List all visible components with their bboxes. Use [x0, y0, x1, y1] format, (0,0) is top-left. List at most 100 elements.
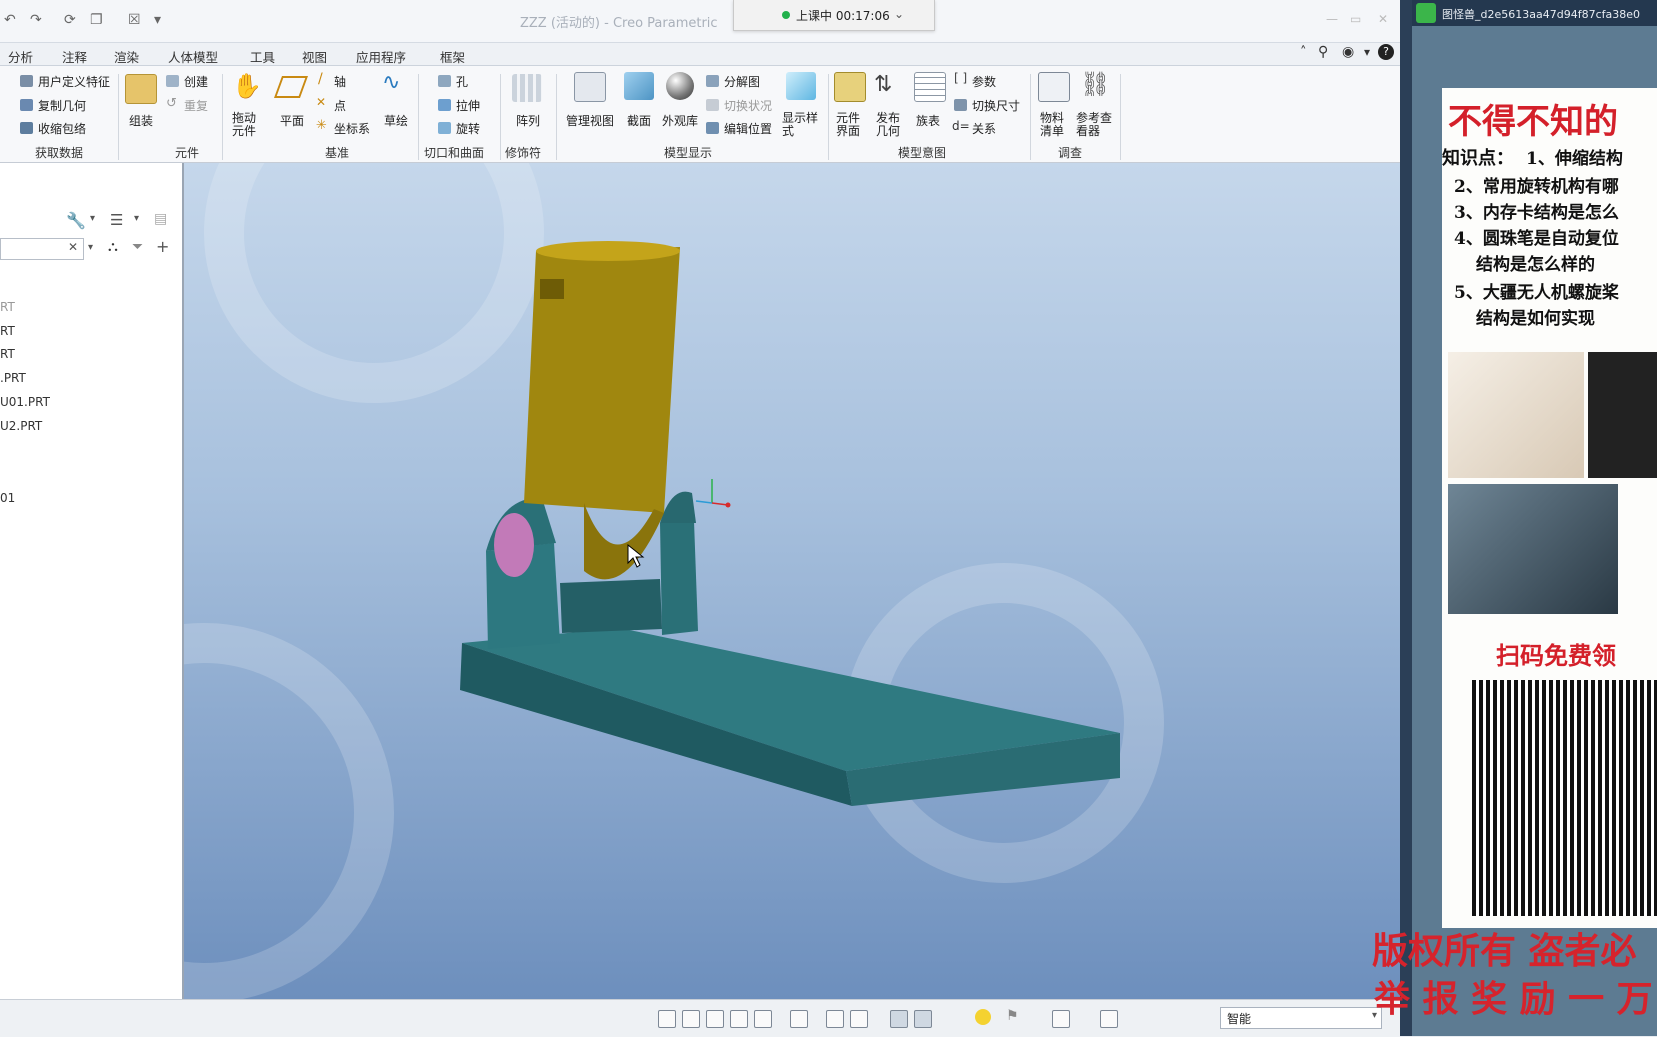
zoom-in-icon[interactable]	[682, 1010, 700, 1028]
tab-framework[interactable]: 框架	[440, 47, 465, 66]
tab-applications[interactable]: 应用程序	[356, 47, 406, 66]
collapse-ribbon-icon[interactable]: ˄	[1300, 45, 1307, 60]
minimize-button[interactable]: —	[1326, 12, 1338, 26]
group-label-get-data[interactable]: 获取数据	[35, 144, 83, 161]
create-button[interactable]: 创建	[184, 73, 208, 90]
axis-button[interactable]: 轴	[334, 73, 346, 90]
tree-settings-icon[interactable]: 🔧	[66, 211, 86, 230]
group-label-model-display[interactable]: 模型显示	[664, 144, 712, 161]
switch-dimensions-button[interactable]: 切换尺寸	[972, 97, 1020, 114]
manage-views-button[interactable]: 管理视图	[566, 112, 614, 129]
qr-code[interactable]	[1472, 680, 1657, 916]
group-label-modifier[interactable]: 修饰符	[505, 144, 541, 161]
search-icon[interactable]: ⚲	[1318, 44, 1328, 60]
filter-icon[interactable]: ⏷	[132, 239, 143, 255]
tab-view[interactable]: 视图	[302, 47, 327, 66]
sketch-button[interactable]: 草绘	[384, 112, 408, 129]
view-manager-icon[interactable]	[826, 1010, 844, 1028]
customize-toolbar-icon[interactable]: ▾	[154, 12, 161, 28]
group-label-cut-surface[interactable]: 切口和曲面	[424, 144, 484, 161]
selection-buffer-icon[interactable]	[1100, 1010, 1118, 1028]
extrude-button[interactable]: 拉伸	[456, 97, 480, 114]
csys-button[interactable]: 坐标系	[334, 120, 370, 137]
tree-columns-icon[interactable]: ☰	[110, 211, 123, 229]
graphics-viewport[interactable]	[184, 163, 1400, 999]
chevron-down-icon[interactable]: ▾	[90, 213, 95, 224]
tab-tools[interactable]: 工具	[250, 47, 275, 66]
tree-item[interactable]: U01.PRT	[0, 395, 50, 409]
appearance-gallery-button[interactable]: 外观库	[662, 112, 698, 129]
chevron-down-icon[interactable]: ▾	[88, 242, 93, 253]
windows-icon[interactable]: ❐	[90, 12, 103, 28]
community-icon[interactable]: ◉	[1342, 44, 1354, 60]
help-icon[interactable]: ?	[1378, 44, 1394, 60]
exploded-view-button[interactable]: 分解图	[724, 73, 760, 90]
revolve-button[interactable]: 旋转	[456, 120, 480, 137]
toggle-state-button[interactable]: 切换状况	[724, 97, 772, 114]
bom-button[interactable]: 物料清单	[1040, 112, 1066, 138]
parameters-button[interactable]: 参数	[972, 73, 996, 90]
copy-geometry-button[interactable]: 复制几何	[38, 97, 86, 114]
tree-item[interactable]: RT	[0, 300, 15, 314]
cup-rim[interactable]	[536, 241, 680, 261]
shrinkwrap-button[interactable]: 收缩包络	[38, 120, 86, 137]
hole-button[interactable]: 孔	[456, 73, 468, 90]
assemble-button[interactable]: 组装	[129, 112, 153, 129]
tab-render[interactable]: 渲染	[114, 47, 139, 66]
repaint-icon[interactable]	[730, 1010, 748, 1028]
support-web[interactable]	[560, 579, 662, 633]
component-interface-button[interactable]: 元件界面	[836, 112, 862, 138]
group-label-investigate[interactable]: 调查	[1058, 144, 1082, 161]
tree-item[interactable]: .PRT	[0, 371, 26, 385]
undo-icon[interactable]: ↶	[4, 12, 16, 28]
relations-button[interactable]: 关系	[972, 120, 996, 137]
support-right-arch[interactable]	[660, 491, 696, 523]
datum-display-icon[interactable]	[850, 1010, 868, 1028]
chevron-down-icon[interactable]: ⌄	[894, 7, 904, 21]
section-button[interactable]: 截面	[627, 112, 651, 129]
cup-bottom[interactable]	[584, 503, 664, 580]
family-table-button[interactable]: 族表	[916, 112, 940, 129]
repeat-button[interactable]: 重复	[184, 97, 208, 114]
reference-viewer-button[interactable]: 参考查看器	[1076, 112, 1114, 138]
cup-slot[interactable]	[540, 279, 564, 299]
group-label-model-intent[interactable]: 模型意图	[898, 144, 946, 161]
pattern-button[interactable]: 阵列	[516, 112, 540, 129]
zoom-out-icon[interactable]	[706, 1010, 724, 1028]
publish-geometry-button[interactable]: 发布几何	[876, 112, 902, 138]
refit-icon[interactable]	[658, 1010, 676, 1028]
tree-item[interactable]: RT	[0, 347, 15, 361]
group-label-datum[interactable]: 基准	[325, 144, 349, 161]
pin-end[interactable]	[494, 513, 534, 577]
spin-center-icon[interactable]	[890, 1010, 908, 1028]
tab-annotate[interactable]: 注释	[62, 47, 87, 66]
annotation-display-icon[interactable]	[914, 1010, 932, 1028]
drag-components-button[interactable]: 拖动元件	[232, 112, 258, 138]
saved-views-icon[interactable]	[790, 1010, 808, 1028]
model-3d-view[interactable]	[184, 163, 1400, 999]
flag-icon[interactable]: ⚑	[1006, 1008, 1019, 1024]
tree-item[interactable]: 01	[0, 491, 15, 505]
tree-item[interactable]: RT	[0, 324, 15, 338]
display-style-icon[interactable]	[754, 1010, 772, 1028]
support-right[interactable]	[660, 521, 698, 635]
redo-icon[interactable]: ↷	[30, 12, 42, 28]
find-binoculars-icon[interactable]: ⛬	[108, 239, 118, 255]
tree-filter-icon[interactable]: ▤	[154, 211, 167, 227]
tree-item[interactable]: U2.PRT	[0, 419, 42, 433]
close-window-icon[interactable]: ☒	[128, 12, 141, 28]
regenerate-icon[interactable]: ⟳	[64, 12, 76, 28]
find-icon[interactable]	[1052, 1010, 1070, 1028]
chevron-down-icon[interactable]: ▾	[134, 213, 139, 224]
tab-manikin[interactable]: 人体模型	[168, 47, 218, 66]
live-status-popup[interactable]: 上课中 00:17:06 ⌄	[733, 0, 935, 31]
edit-position-button[interactable]: 编辑位置	[724, 120, 772, 137]
point-button[interactable]: 点	[334, 97, 346, 114]
status-light-icon[interactable]	[975, 1009, 991, 1025]
udf-button[interactable]: 用户定义特征	[38, 73, 110, 90]
tab-analysis[interactable]: 分析	[8, 47, 33, 66]
group-label-component[interactable]: 元件	[175, 144, 199, 161]
selection-filter-dropdown[interactable]: 智能 ▾	[1220, 1007, 1382, 1029]
display-style-button[interactable]: 显示样式	[782, 112, 820, 138]
plane-button[interactable]: 平面	[280, 112, 304, 129]
